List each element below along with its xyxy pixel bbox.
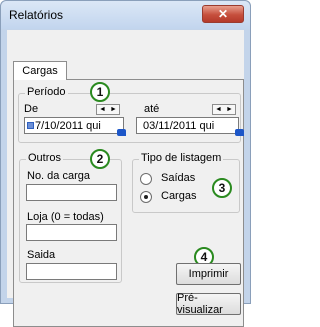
tab-panel-cargas: Período 1 De ◄ ► 7/10/2011 qui até ◄ ► 0… xyxy=(13,79,244,327)
outros-group-label: Outros xyxy=(26,152,64,164)
pre-visualizar-button[interactable]: Pré-visualizar xyxy=(176,292,241,316)
periodo-from-label: De xyxy=(24,103,39,115)
periodo-group-label: Período xyxy=(25,86,68,98)
title-bar[interactable]: Relatórios ✕ xyxy=(1,1,250,29)
radio-saidas-label[interactable]: Saídas xyxy=(161,172,195,184)
carga-label: No. da carga xyxy=(27,170,90,182)
radio-saidas[interactable] xyxy=(140,173,152,185)
tab-cargas[interactable]: Cargas xyxy=(13,61,67,80)
periodo-to-spinner[interactable]: ◄ ► xyxy=(212,104,236,115)
imprimir-button[interactable]: Imprimir xyxy=(176,263,241,285)
tipo-listagem-label: Tipo de listagem xyxy=(139,152,224,164)
radio-selected-dot xyxy=(144,195,148,199)
saida-input[interactable] xyxy=(26,263,117,280)
spin-left-icon[interactable]: ◄ xyxy=(215,106,222,113)
report-window: Relatórios ✕ Cargas Período 1 De ◄ ► 7/1… xyxy=(0,0,251,327)
close-icon: ✕ xyxy=(217,7,229,21)
spin-right-icon[interactable]: ► xyxy=(226,106,233,113)
close-button[interactable]: ✕ xyxy=(202,5,244,23)
callout-badge-1: 1 xyxy=(90,82,110,102)
radio-cargas-label[interactable]: Cargas xyxy=(161,190,196,202)
spin-right-icon[interactable]: ► xyxy=(110,106,117,113)
periodo-from-date-field[interactable]: 7/10/2011 qui xyxy=(24,117,124,134)
radio-cargas[interactable] xyxy=(140,191,152,203)
periodo-to-label: até xyxy=(144,103,160,115)
carga-input[interactable] xyxy=(26,184,117,201)
loja-input[interactable] xyxy=(26,224,117,241)
loja-label: Loja (0 = todas) xyxy=(27,211,104,223)
dropdown-nub-icon[interactable] xyxy=(117,129,126,136)
tab-cargas-label: Cargas xyxy=(22,65,58,77)
date-checkbox-icon[interactable] xyxy=(27,122,34,129)
dropdown-nub-icon[interactable] xyxy=(235,129,244,136)
periodo-from-spinner[interactable]: ◄ ► xyxy=(96,104,120,115)
spin-left-icon[interactable]: ◄ xyxy=(99,106,106,113)
callout-badge-2: 2 xyxy=(90,149,110,169)
saida-label: Saida xyxy=(27,249,56,261)
window-client-area: Cargas Período 1 De ◄ ► 7/10/2011 qui at… xyxy=(7,30,244,327)
callout-badge-3: 3 xyxy=(212,178,232,198)
window-title: Relatórios xyxy=(9,8,64,22)
periodo-from-value: 7/10/2011 qui xyxy=(35,119,101,132)
periodo-to-value: 03/11/2011 qui xyxy=(143,119,215,132)
periodo-to-date-field[interactable]: 03/11/2011 qui xyxy=(136,117,239,134)
